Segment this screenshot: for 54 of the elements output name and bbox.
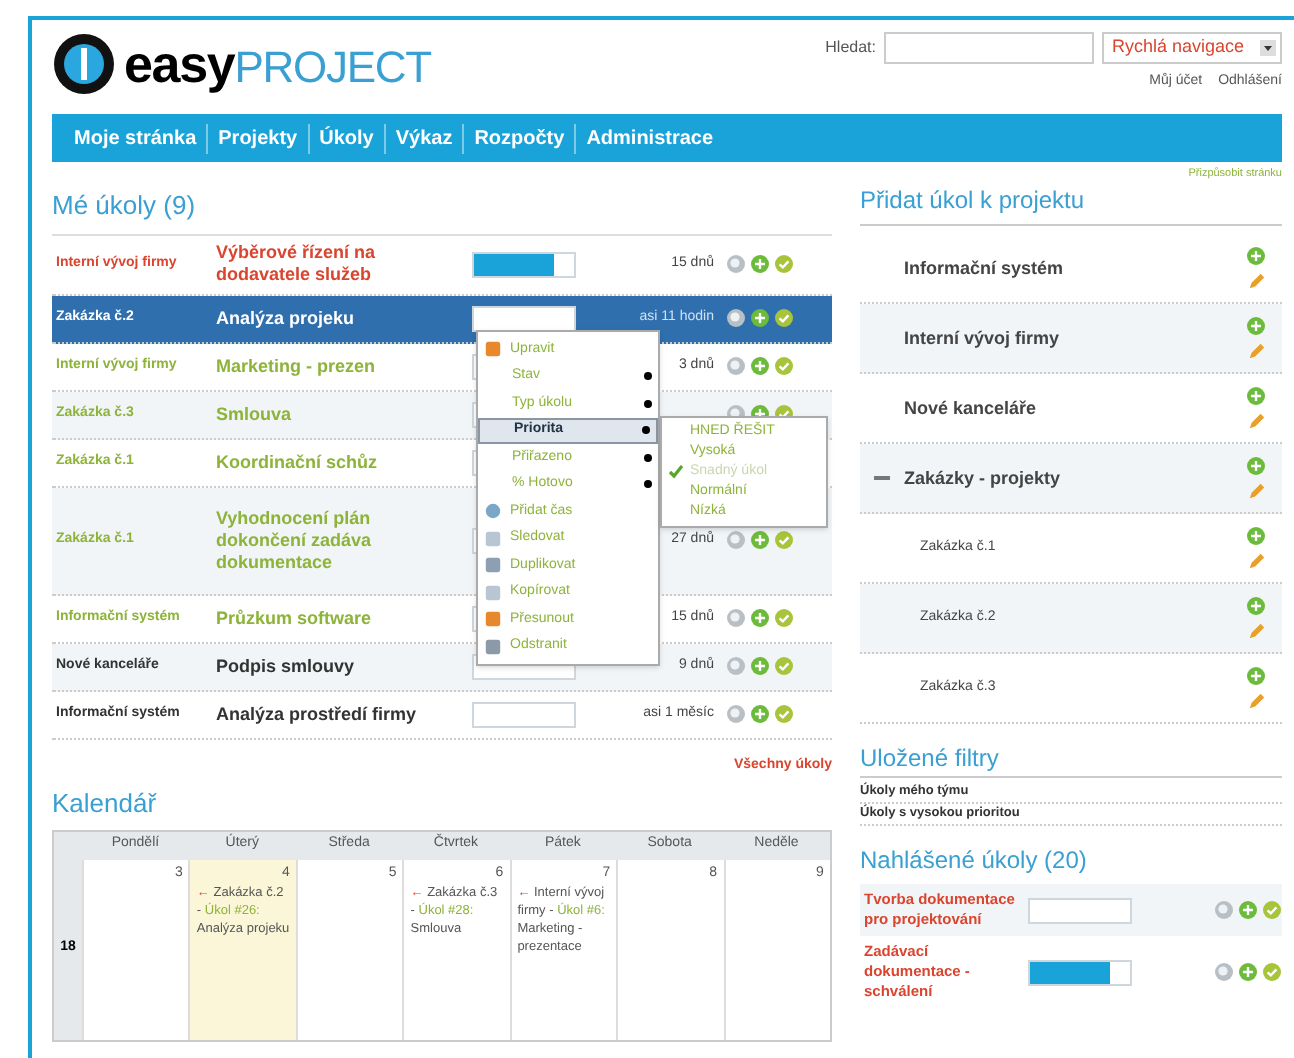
plus-icon[interactable] — [1246, 526, 1266, 547]
search-label: Hledat: — [825, 36, 876, 60]
section-title: Nahlášené úkoly (20) — [860, 844, 1089, 879]
task-name[interactable]: Marketing - prezen — [216, 355, 472, 377]
plus-icon[interactable] — [750, 308, 770, 328]
nav-link[interactable]: Projekty — [206, 123, 308, 153]
logo-icon — [52, 32, 116, 96]
section-title: Mé úkoly (9) — [52, 188, 198, 224]
nav-link[interactable]: Administrace — [574, 123, 724, 153]
plus-icon[interactable] — [750, 704, 770, 724]
check-icon — [668, 464, 684, 480]
check-icon[interactable] — [774, 308, 794, 328]
plus-icon[interactable] — [1246, 246, 1266, 267]
plus-icon[interactable] — [750, 530, 770, 550]
check-icon[interactable] — [774, 530, 794, 550]
section-title: Uložené filtry — [860, 740, 1282, 779]
project-link[interactable]: Nové kanceláře — [904, 395, 1246, 422]
nav-link[interactable]: Rozpočty — [462, 123, 575, 153]
logo-text: easyPROJECT — [124, 38, 431, 90]
task-name[interactable]: Výběrové řízení na dodavatele služeb — [216, 242, 472, 286]
search-field[interactable] — [884, 32, 1094, 64]
check-icon[interactable] — [774, 608, 794, 628]
dropdown-icon — [1260, 40, 1276, 56]
plus-icon[interactable] — [750, 608, 770, 628]
task-name[interactable]: Průzkum software — [216, 607, 472, 629]
plus-icon[interactable] — [1246, 596, 1266, 617]
project-link[interactable]: Informační systém — [904, 255, 1246, 282]
plus-icon[interactable] — [750, 656, 770, 676]
task-name[interactable]: Podpis smlouvy — [216, 655, 472, 677]
quick-nav-select[interactable]: Rychlá navigace — [1102, 32, 1282, 64]
plus-icon[interactable] — [1246, 456, 1266, 477]
nav-link[interactable]: Výkaz — [383, 123, 463, 153]
plus-icon[interactable] — [1246, 316, 1266, 337]
plus-icon[interactable] — [1246, 386, 1266, 407]
section-title: Kalendář — [52, 786, 159, 822]
check-icon[interactable] — [1262, 962, 1282, 983]
check-icon[interactable] — [1262, 900, 1282, 921]
plus-icon[interactable] — [1246, 666, 1266, 687]
task-name[interactable]: Koordinační schůz — [216, 451, 472, 473]
nav-link[interactable]: Úkoly — [307, 123, 384, 153]
check-icon[interactable] — [774, 356, 794, 376]
plus-icon[interactable] — [750, 254, 770, 274]
check-icon[interactable] — [774, 254, 794, 274]
plus-icon[interactable] — [1238, 962, 1258, 983]
check-icon[interactable] — [774, 656, 794, 676]
plus-icon[interactable] — [1238, 900, 1258, 921]
task-name[interactable]: Vyhodnocení plán dokončení zadáva dokumentace — [216, 507, 472, 573]
section-title: Přidat úkol k projektu — [860, 182, 1282, 227]
plus-icon[interactable] — [750, 356, 770, 376]
task-name[interactable]: Smlouva — [216, 403, 472, 425]
task-name[interactable]: Analýza projeku — [216, 307, 472, 329]
task-name[interactable]: Analýza prostředí firmy — [216, 703, 472, 725]
check-icon[interactable] — [774, 704, 794, 724]
nav-link[interactable]: Moje stránka — [64, 123, 207, 153]
